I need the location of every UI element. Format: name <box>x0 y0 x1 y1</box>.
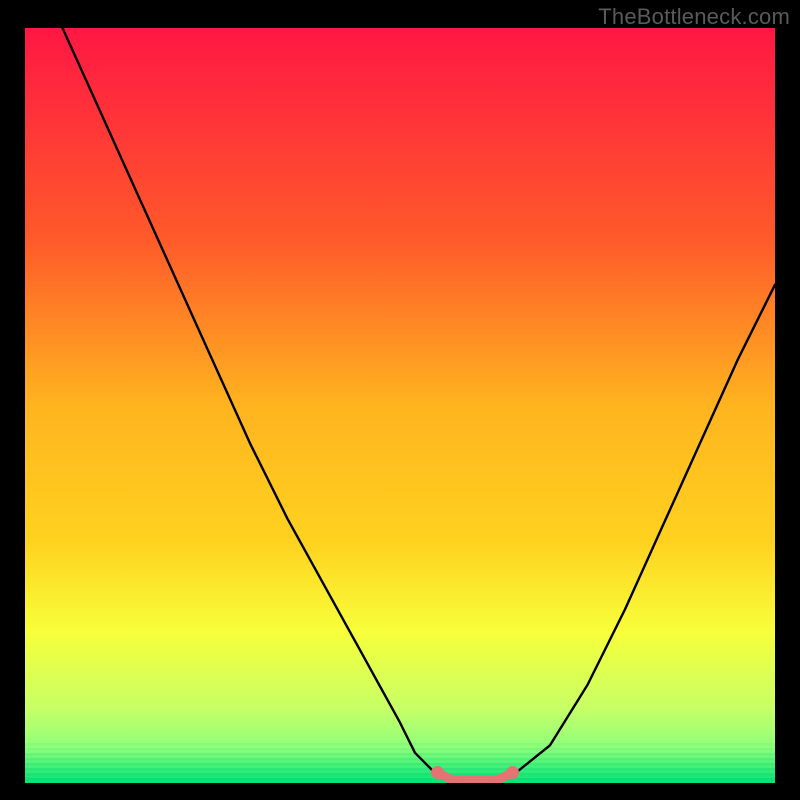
optimal-band-endpoint <box>431 766 444 779</box>
gradient-background <box>25 28 775 783</box>
chart-svg <box>25 28 775 783</box>
optimal-band-endpoint <box>506 766 519 779</box>
watermark-text: TheBottleneck.com <box>598 4 790 30</box>
chart-frame: TheBottleneck.com <box>0 0 800 800</box>
chart-plot <box>25 28 775 783</box>
